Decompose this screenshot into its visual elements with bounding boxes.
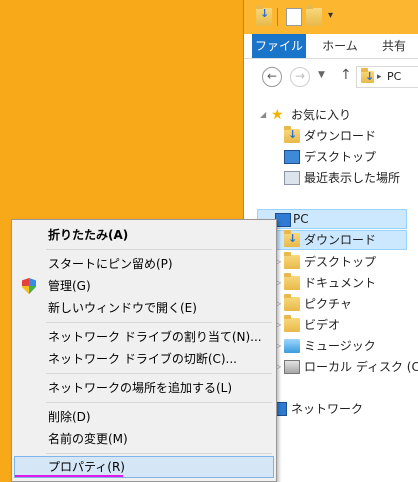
menu-item-label: スタートにピン留め(P) (48, 257, 173, 271)
tree-item-pc[interactable]: PC (257, 209, 407, 229)
pc-folder-icon (361, 68, 374, 84)
context-menu: 折りたたみ(A) スタートにピン留め(P) 管理(G) 新しいウィンドウで開く(… (11, 219, 277, 482)
menu-item-label: ネットワーク ドライブの割り当て(N)... (48, 330, 262, 344)
menu-item-label: 管理(G) (48, 279, 91, 293)
pictures-folder-icon (284, 294, 300, 311)
customize-arrow-icon[interactable]: ▾ (328, 10, 333, 21)
star-icon: ★ (271, 107, 284, 123)
pc-monitor-icon (275, 213, 291, 227)
properties-icon[interactable] (256, 5, 272, 26)
tree-item-pc-downloads[interactable]: ダウンロード (264, 230, 407, 250)
menu-separator (46, 322, 272, 323)
menu-item-label: 名前の変更(M) (48, 432, 128, 446)
new-document-icon[interactable] (286, 8, 302, 26)
collapse-arrow-icon[interactable]: ◢ (260, 105, 266, 125)
menu-item-delete[interactable]: 削除(D) (14, 406, 274, 428)
tree-item-fav-desktop[interactable]: デスクトップ (244, 147, 418, 167)
music-folder-icon (284, 339, 300, 353)
uac-shield-icon (22, 278, 36, 294)
up-button[interactable]: ↑ (340, 67, 352, 83)
tree-item-label: PC (293, 212, 309, 226)
menu-separator (46, 402, 272, 403)
back-button[interactable]: ← (262, 67, 282, 87)
toolbar-divider (277, 8, 278, 26)
tree-item-favorites[interactable]: ◢ ★ お気に入り (244, 105, 418, 125)
menu-separator (46, 453, 272, 454)
tree-item-label: ダウンロード (304, 233, 377, 247)
ribbon-tabs: ファイル ホーム 共有 (244, 34, 418, 59)
tree-item-label: ネットワーク (291, 402, 364, 416)
menu-item-disconnect-network-drive[interactable]: ネットワーク ドライブの切断(C)... (14, 348, 274, 370)
tab-share[interactable]: 共有 (372, 34, 416, 58)
menu-item-pin-to-start[interactable]: スタートにピン留め(P) (14, 253, 274, 275)
tree-item-label: お気に入り (291, 108, 352, 122)
documents-folder-icon (284, 273, 300, 290)
menu-separator (46, 373, 272, 374)
address-path: PC (387, 70, 402, 83)
tree-item-label: ミュージック (304, 339, 376, 353)
menu-item-open-new-window[interactable]: 新しいウィンドウで開く(E) (14, 297, 274, 319)
tree-item-label: ビデオ (304, 318, 341, 332)
desktop-icon (284, 150, 300, 164)
breadcrumb-arrow-icon[interactable]: ▸ (377, 67, 382, 87)
downloads-folder-icon (284, 230, 300, 247)
drive-icon (284, 360, 300, 374)
menu-item-label: ネットワークの場所を追加する(L) (48, 381, 233, 395)
menu-item-manage[interactable]: 管理(G) (14, 275, 274, 297)
quick-access-toolbar: ▾ (244, 0, 418, 34)
tree-item-label: ドキュメント (304, 276, 377, 290)
tree-item-fav-downloads[interactable]: ダウンロード (244, 126, 418, 146)
menu-item-rename[interactable]: 名前の変更(M) (14, 428, 274, 450)
forward-button[interactable]: → (290, 67, 310, 87)
tree-item-label: 最近表示した場所 (304, 171, 401, 185)
tree-item-label: ピクチャ (304, 297, 352, 311)
address-bar: ← → ▼ ↑ ▸ PC (244, 60, 418, 96)
desktop-folder-icon (284, 252, 300, 269)
menu-item-label: プロパティ(R) (48, 460, 125, 474)
tree-item-label: デスクトップ (304, 150, 377, 164)
menu-item-label: 新しいウィンドウで開く(E) (48, 301, 197, 315)
tab-home[interactable]: ホーム (310, 34, 370, 58)
menu-separator (46, 249, 272, 250)
menu-item-label: 削除(D) (48, 410, 91, 424)
recent-places-icon (284, 171, 300, 185)
menu-item-label: 折りたたみ(A) (48, 228, 129, 242)
recent-locations-dropdown-icon[interactable]: ▼ (318, 70, 325, 80)
tree-item-label: デスクトップ (304, 255, 377, 269)
downloads-folder-icon (284, 126, 300, 143)
menu-item-label: ネットワーク ドライブの切断(C)... (48, 352, 238, 366)
address-box[interactable]: ▸ PC (356, 66, 418, 88)
tree-item-label: ダウンロード (304, 129, 377, 143)
menu-item-collapse[interactable]: 折りたたみ(A) (14, 224, 274, 246)
menu-item-map-network-drive[interactable]: ネットワーク ドライブの割り当て(N)... (14, 326, 274, 348)
new-folder-icon[interactable] (306, 5, 322, 26)
videos-folder-icon (284, 315, 300, 332)
tree-item-fav-recent[interactable]: 最近表示した場所 (244, 168, 418, 188)
tree-item-label: ローカル ディスク (C:) (304, 360, 418, 374)
menu-item-add-network-location[interactable]: ネットワークの場所を追加する(L) (14, 377, 274, 399)
annotation-underline (15, 475, 123, 477)
tab-file[interactable]: ファイル (252, 34, 306, 58)
